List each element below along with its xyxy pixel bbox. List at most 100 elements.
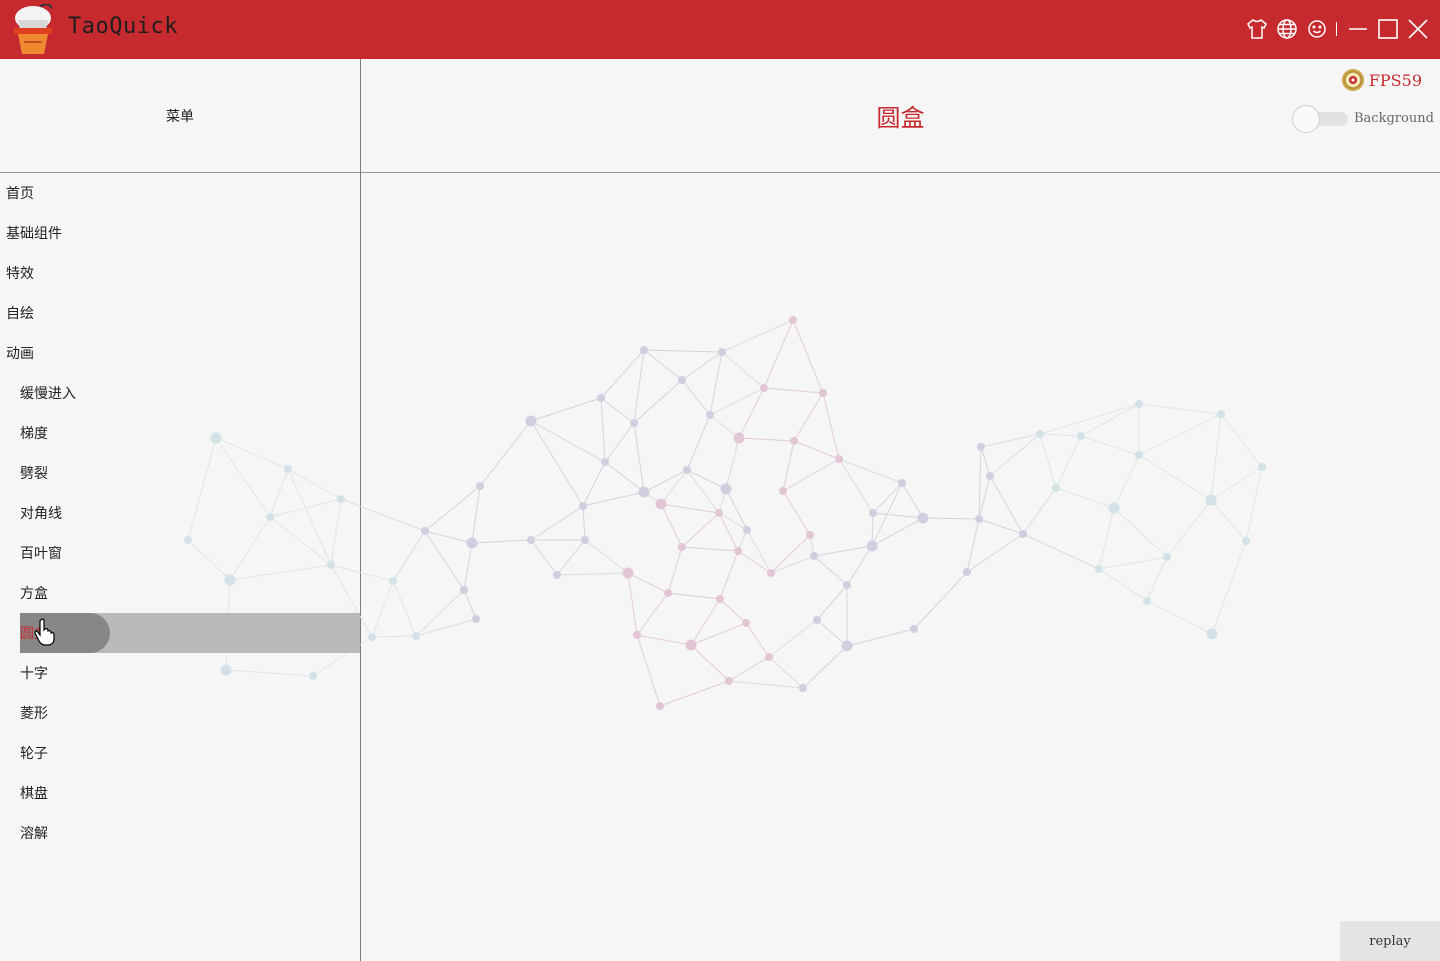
menu-item[interactable]: 劈裂 — [0, 453, 360, 493]
menu-item[interactable]: 轮子 — [0, 733, 360, 773]
replay-button[interactable]: replay — [1340, 921, 1440, 961]
menu-item-label: 溶解 — [20, 826, 48, 842]
menu-item[interactable]: 菱形 — [0, 693, 360, 733]
app-logo-icon — [14, 4, 53, 54]
network-node — [742, 619, 750, 627]
network-node — [664, 589, 672, 597]
fps-value: FPS59 — [1368, 70, 1422, 90]
menu-item[interactable]: 缓慢进入 — [0, 373, 360, 413]
menu-item[interactable]: 动画 — [0, 333, 360, 373]
menu-item[interactable]: 方盒 — [0, 573, 360, 613]
menu-item[interactable]: 特效 — [0, 253, 360, 293]
close-icon[interactable] — [1406, 17, 1430, 41]
menu-item-label: 轮子 — [20, 746, 48, 762]
network-node — [622, 567, 634, 579]
network-link — [1039, 403, 1140, 435]
network-node — [1052, 484, 1060, 492]
network-node — [917, 512, 929, 524]
network-node — [910, 625, 918, 633]
network-link — [1039, 433, 1057, 489]
skin-shirt-icon[interactable] — [1245, 17, 1269, 41]
network-link — [643, 491, 662, 505]
network-node — [841, 640, 853, 652]
network-link — [871, 517, 924, 547]
sidebar-menu: 首页 基础组件 特效 自绘 动画 缓慢进入 梯度 劈裂 对角线 百叶窗 方盒 圆盒 十字 菱形 轮子 棋盘 溶解 — [0, 173, 360, 961]
network-link — [686, 414, 711, 471]
network-link — [604, 422, 635, 463]
menu-item[interactable]: 基础组件 — [0, 213, 360, 253]
network-node — [460, 586, 468, 594]
network-node — [810, 552, 818, 560]
titlebar-separator — [1336, 22, 1337, 36]
network-node — [1258, 463, 1266, 471]
network-link — [530, 539, 558, 576]
network-link — [966, 533, 1024, 573]
network-link — [1080, 435, 1140, 456]
menu-item[interactable]: 自绘 — [0, 293, 360, 333]
network-link — [709, 351, 723, 416]
language-globe-icon[interactable] — [1275, 17, 1299, 41]
network-link — [709, 414, 740, 439]
network-link — [659, 680, 730, 707]
about-smile-icon[interactable] — [1305, 17, 1329, 41]
network-link — [1098, 556, 1168, 570]
network-link — [770, 534, 811, 574]
network-node — [630, 419, 638, 427]
network-link — [782, 490, 811, 536]
network-link — [989, 433, 1041, 477]
network-link — [1113, 454, 1140, 509]
menu-item-label: 十字 — [20, 666, 48, 682]
network-node — [760, 384, 768, 392]
network-node — [813, 616, 821, 624]
network-link — [745, 622, 770, 658]
network-link — [901, 482, 924, 519]
network-node — [683, 466, 691, 474]
network-link — [793, 392, 824, 442]
network-link — [600, 397, 635, 424]
menu-item[interactable]: 溶解 — [0, 813, 360, 853]
menu-item[interactable]: 首页 — [0, 173, 360, 213]
network-link — [721, 319, 794, 353]
menu-item[interactable]: 十字 — [0, 653, 360, 693]
network-link — [980, 446, 991, 477]
network-node — [765, 653, 773, 661]
network-node — [527, 536, 535, 544]
maximize-icon[interactable] — [1376, 17, 1400, 41]
network-node — [1036, 430, 1044, 438]
network-link — [530, 420, 584, 507]
sidebar-divider — [360, 59, 361, 961]
network-link — [633, 349, 645, 424]
menu-item-label: 对角线 — [20, 506, 62, 522]
network-link — [600, 349, 645, 399]
minimize-icon[interactable] — [1346, 17, 1370, 41]
network-link — [686, 469, 720, 514]
network-link — [556, 539, 586, 576]
network-node — [898, 479, 906, 487]
network-node — [1108, 502, 1120, 514]
network-link — [846, 628, 915, 647]
network-link — [530, 420, 606, 463]
network-link — [530, 505, 584, 541]
menu-item-label: 百叶窗 — [20, 546, 62, 562]
network-link — [746, 529, 772, 574]
menu-item[interactable]: 梯度 — [0, 413, 360, 453]
network-link — [802, 645, 848, 689]
title-bar[interactable]: TaoQuick — [0, 0, 1440, 59]
network-link — [1138, 413, 1222, 456]
network-link — [725, 437, 740, 490]
network-link — [763, 387, 824, 394]
network-node — [476, 482, 484, 490]
network-node — [1135, 451, 1143, 459]
network-node — [1242, 537, 1250, 545]
menu-item[interactable]: 棋盘 — [0, 773, 360, 813]
network-link — [636, 634, 661, 707]
network-link — [738, 437, 795, 442]
network-link — [681, 512, 720, 548]
menu-item[interactable]: 对角线 — [0, 493, 360, 533]
network-node — [733, 432, 745, 444]
network-node — [806, 531, 814, 539]
background-toggle[interactable] — [1292, 104, 1350, 134]
network-link — [582, 461, 606, 507]
menu-item[interactable]: 百叶窗 — [0, 533, 360, 573]
network-node — [525, 415, 537, 427]
